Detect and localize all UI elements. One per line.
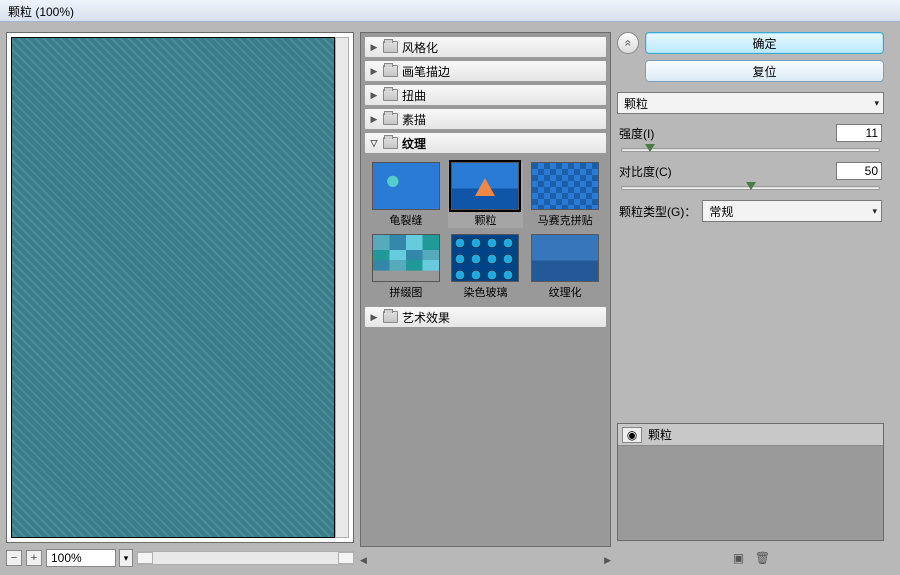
workarea: − + ▾ ▶ 风格化 ▶ 画笔描边 ▶ 扭曲: [0, 22, 900, 575]
ok-button[interactable]: 确定: [645, 32, 884, 54]
thumb-label: 染色玻璃: [463, 284, 507, 300]
category-artistic[interactable]: ▶ 艺术效果: [364, 306, 607, 328]
grain-type-value: 常规: [709, 203, 733, 220]
new-effect-layer-button[interactable]: ▣: [732, 551, 746, 565]
intensity-slider[interactable]: [621, 148, 880, 152]
contrast-slider[interactable]: [621, 186, 880, 190]
collapse-icon: «: [621, 40, 635, 47]
category-distort[interactable]: ▶ 扭曲: [364, 84, 607, 106]
zoom-out-button[interactable]: −: [6, 550, 22, 566]
category-label: 艺术效果: [402, 309, 450, 326]
reset-button[interactable]: 复位: [645, 60, 884, 82]
thumb-mosaic-tiles[interactable]: 马赛克拼贴: [527, 162, 603, 228]
delete-effect-layer-button[interactable]: 🗑: [756, 551, 770, 565]
spacer: [617, 228, 884, 417]
gallery-bottombar: ▶ ▶: [360, 551, 611, 569]
effect-layers-panel: ◉ 颗粒: [617, 423, 884, 541]
filter-gallery-panel: ▶ 风格化 ▶ 画笔描边 ▶ 扭曲 ▶ 素描 ▽ 纹理: [360, 32, 611, 547]
zoom-field[interactable]: [46, 549, 116, 567]
action-button-row: « 确定 复位: [617, 32, 884, 82]
thumb-texturizer[interactable]: 纹理化: [527, 234, 603, 300]
category-label: 素描: [402, 111, 426, 128]
disclosure-right-icon: ▶: [369, 90, 379, 101]
controls-column: « 确定 复位 颗粒 ▾ 强度(I): [617, 32, 884, 569]
preview-column: − + ▾: [6, 32, 354, 569]
eye-icon: ◉: [627, 428, 637, 442]
slider-thumb-icon[interactable]: [645, 144, 655, 157]
folder-icon: [383, 113, 398, 125]
visibility-toggle[interactable]: ◉: [622, 427, 642, 443]
thumb-label: 颗粒: [474, 212, 496, 228]
category-sketch[interactable]: ▶ 素描: [364, 108, 607, 130]
thumb-label: 纹理化: [549, 284, 582, 300]
folder-icon: [383, 89, 398, 101]
scroll-right-icon[interactable]: ▶: [604, 555, 611, 566]
parameters-panel: 颗粒 ▾ 强度(I) 对比度(C): [617, 88, 884, 222]
reset-button-label: 复位: [752, 63, 776, 80]
disclosure-down-icon: ▽: [369, 138, 379, 149]
folder-icon: [383, 65, 398, 77]
disclosure-right-icon: ▶: [369, 114, 379, 125]
slider-thumb-icon[interactable]: [746, 182, 756, 195]
intensity-label: 强度(I): [619, 125, 654, 142]
zoom-controls: − + ▾: [6, 547, 354, 569]
preview-canvas[interactable]: [11, 37, 335, 538]
thumb-label: 龟裂缝: [389, 212, 422, 228]
gallery-empty-area: [364, 330, 607, 543]
thumb-label: 拼缀图: [389, 284, 422, 300]
zoom-dropdown-button[interactable]: ▾: [119, 549, 133, 567]
category-label: 纹理: [402, 135, 426, 152]
thumb-stained-glass[interactable]: 染色玻璃: [448, 234, 524, 300]
intensity-input[interactable]: [836, 124, 882, 142]
category-texture[interactable]: ▽ 纹理: [364, 132, 607, 154]
effect-layer-name: 颗粒: [648, 426, 672, 443]
gallery-column: ▶ 风格化 ▶ 画笔描边 ▶ 扭曲 ▶ 素描 ▽ 纹理: [360, 32, 611, 569]
folder-icon: [383, 137, 398, 149]
disclosure-right-icon: ▶: [369, 66, 379, 77]
thumb-patchwork[interactable]: 拼缀图: [368, 234, 444, 300]
grain-type-select[interactable]: 常规 ▾: [702, 200, 882, 222]
param-contrast: 对比度(C): [617, 162, 884, 190]
collapse-toggle-button[interactable]: «: [617, 32, 639, 54]
param-intensity: 强度(I): [617, 124, 884, 152]
disclosure-right-icon: ▶: [369, 42, 379, 53]
layers-empty-area: [618, 446, 883, 540]
thumb-image: [451, 162, 519, 210]
category-label: 画笔描边: [402, 63, 450, 80]
window-title: 颗粒 (100%): [8, 5, 74, 19]
folder-icon: [383, 311, 398, 323]
grain-type-label: 颗粒类型(G)：: [619, 203, 696, 220]
thumb-craquelure[interactable]: 龟裂缝: [368, 162, 444, 228]
ok-button-label: 确定: [752, 35, 776, 52]
param-grain-type: 颗粒类型(G)： 常规 ▾: [617, 200, 884, 222]
dropdown-arrow-icon: ▾: [872, 206, 877, 217]
thumb-label: 马赛克拼贴: [538, 212, 593, 228]
effect-layer-row[interactable]: ◉ 颗粒: [618, 424, 883, 446]
thumb-image: [451, 234, 519, 282]
filter-name-value: 颗粒: [624, 95, 648, 112]
preview-horizontal-scrollbar[interactable]: [137, 551, 354, 565]
category-brush-strokes[interactable]: ▶ 画笔描边: [364, 60, 607, 82]
thumb-image: [372, 162, 440, 210]
thumb-image: [372, 234, 440, 282]
dropdown-arrow-icon: ▾: [874, 98, 879, 109]
thumb-image: [531, 234, 599, 282]
preview-vertical-scrollbar[interactable]: [335, 37, 349, 538]
preview-box: [6, 32, 354, 543]
category-label: 扭曲: [402, 87, 426, 104]
category-stylize[interactable]: ▶ 风格化: [364, 36, 607, 58]
contrast-label: 对比度(C): [619, 163, 672, 180]
layers-footer: ▣ 🗑: [617, 547, 884, 569]
contrast-input[interactable]: [836, 162, 882, 180]
thumb-image: [531, 162, 599, 210]
window-titlebar: 颗粒 (100%): [0, 0, 900, 22]
scroll-left-icon[interactable]: ▶: [360, 555, 367, 566]
filter-name-select[interactable]: 颗粒 ▾: [617, 92, 884, 114]
thumb-grain[interactable]: 颗粒: [448, 162, 524, 228]
zoom-in-button[interactable]: +: [26, 550, 42, 566]
folder-icon: [383, 41, 398, 53]
category-label: 风格化: [402, 39, 438, 56]
disclosure-right-icon: ▶: [369, 312, 379, 323]
texture-thumbnails: 龟裂缝 颗粒 马赛克拼贴 拼缀图 染色玻璃: [364, 156, 607, 306]
